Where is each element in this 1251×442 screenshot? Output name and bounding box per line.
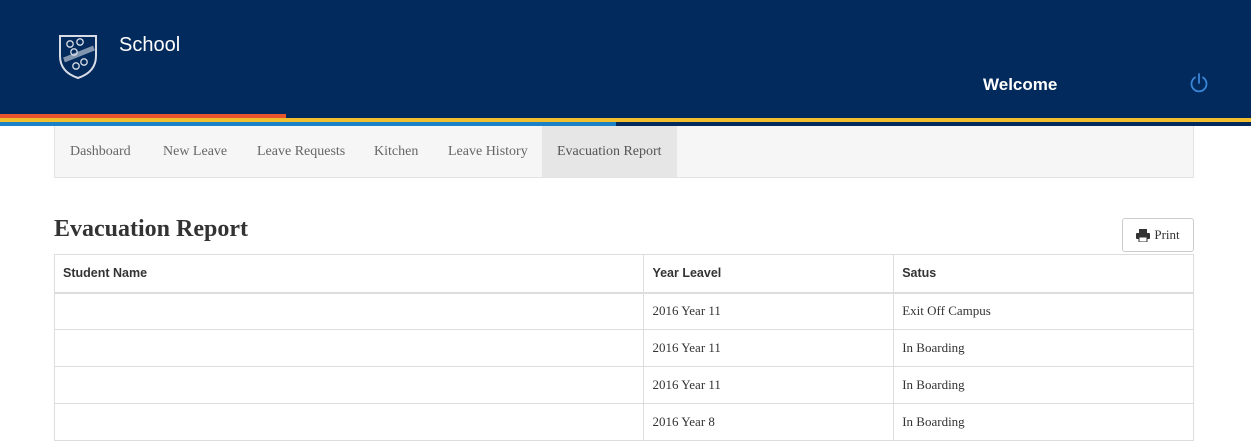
printer-icon (1136, 228, 1151, 242)
cell-status: In Boarding (893, 366, 1194, 404)
print-label: Print (1154, 227, 1180, 242)
table-header-row: Student Name Year Leavel Satus (53, 254, 1194, 294)
main-nav: Dashboard New Leave Leave Requests Kitch… (54, 126, 1194, 178)
school-crest-icon (59, 35, 97, 80)
column-header-student-name[interactable]: Student Name (53, 254, 645, 294)
cell-status: In Boarding (893, 329, 1194, 367)
cell-status: Exit Off Campus (893, 292, 1194, 330)
cell-student-name (53, 403, 645, 441)
nav-evacuation-report[interactable]: Evacuation Report (542, 126, 677, 177)
nav-leave-history[interactable]: Leave History (433, 126, 543, 177)
power-icon[interactable] (1188, 72, 1210, 94)
cell-year-level: 2016 Year 11 (643, 292, 895, 330)
table-row: 2016 Year 11 In Boarding (53, 366, 1194, 404)
cell-student-name (53, 329, 645, 367)
app-title: School (119, 34, 181, 56)
table-row: 2016 Year 11 In Boarding (53, 329, 1194, 367)
column-header-year-level[interactable]: Year Leavel (643, 254, 895, 294)
print-button[interactable]: Print (1122, 218, 1194, 252)
page-title: Evacuation Report (54, 216, 248, 242)
evacuation-table: Student Name Year Leavel Satus 2016 Year… (53, 254, 1194, 441)
app-header: School Welcome (0, 0, 1251, 126)
column-header-status[interactable]: Satus (893, 254, 1194, 294)
nav-new-leave[interactable]: New Leave (148, 126, 242, 177)
cell-year-level: 2016 Year 11 (643, 329, 895, 367)
table-row: 2016 Year 11 Exit Off Campus (53, 292, 1194, 330)
welcome-text: Welcome (983, 75, 1058, 94)
cell-student-name (53, 366, 645, 404)
cell-year-level: 2016 Year 11 (643, 366, 895, 404)
cell-year-level: 2016 Year 8 (643, 403, 895, 441)
table-row: 2016 Year 8 In Boarding (53, 403, 1194, 441)
cell-student-name (53, 292, 645, 330)
cell-status: In Boarding (893, 403, 1194, 441)
nav-leave-requests[interactable]: Leave Requests (242, 126, 360, 177)
nav-dashboard[interactable]: Dashboard (55, 126, 146, 177)
nav-kitchen[interactable]: Kitchen (359, 126, 433, 177)
